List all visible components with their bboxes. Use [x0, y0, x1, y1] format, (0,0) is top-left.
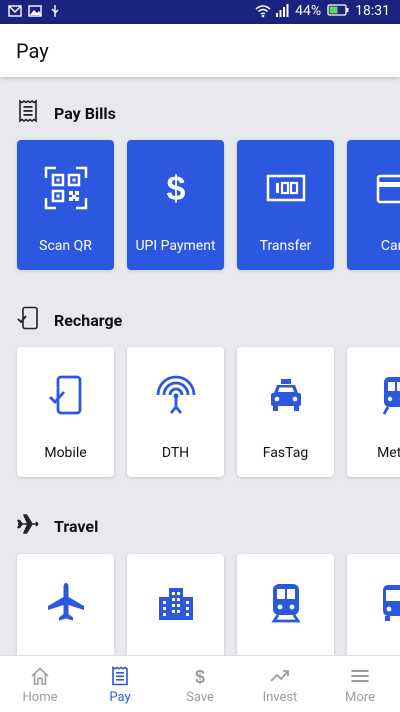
home-icon: [30, 666, 50, 686]
page-title: Pay: [16, 39, 49, 63]
image-icon: [28, 4, 42, 18]
airplane-icon: [16, 512, 40, 540]
card-label: UPI Payment: [127, 238, 224, 254]
battery-percent: 44%: [295, 3, 321, 19]
svg-text:$: $: [195, 667, 205, 686]
nav-label: Pay: [80, 690, 160, 705]
nav-save[interactable]: $ Save: [160, 656, 240, 712]
receipt-icon: [110, 666, 130, 686]
card-label: Scan QR: [17, 238, 114, 254]
building-icon: [127, 580, 224, 624]
svg-text:$: $: [166, 170, 185, 208]
cash-icon: [237, 166, 334, 210]
transfer-card[interactable]: Transfer: [237, 140, 334, 270]
card-label: FasTag: [237, 445, 334, 461]
nav-more[interactable]: More: [320, 656, 400, 712]
bottom-navigation: Home Pay $ Save Invest More: [0, 655, 400, 712]
battery-icon: [327, 4, 349, 18]
bus-card[interactable]: [347, 554, 400, 655]
phone-check-icon: [17, 373, 114, 417]
flights-card[interactable]: [17, 554, 114, 655]
dth-card[interactable]: DTH: [127, 347, 224, 477]
qr-code-icon: [17, 166, 114, 210]
train-icon: [237, 580, 334, 624]
credit-card-icon: [347, 166, 400, 210]
nav-label: More: [320, 690, 400, 705]
bus-icon: [347, 580, 400, 624]
metro-card[interactable]: Metro: [347, 347, 400, 477]
receipt-icon: [16, 99, 40, 127]
hotels-card[interactable]: [127, 554, 224, 655]
nav-pay[interactable]: Pay: [80, 656, 160, 712]
menu-icon: [350, 666, 370, 686]
nav-label: Save: [160, 690, 240, 705]
nav-label: Home: [0, 690, 80, 705]
nav-home[interactable]: Home: [0, 656, 80, 712]
signal-icon: [275, 4, 289, 18]
wifi-icon: [255, 4, 269, 18]
section-header-recharge: Recharge: [16, 306, 122, 334]
section-title: Pay Bills: [54, 104, 116, 123]
mobile-card[interactable]: Mobile: [17, 347, 114, 477]
trending-up-icon: [270, 666, 290, 686]
nav-invest[interactable]: Invest: [240, 656, 320, 712]
mail-icon: [8, 4, 22, 18]
app-bar: Pay: [0, 24, 400, 77]
card-label: Transfer: [237, 238, 334, 254]
section-header-travel: Travel: [16, 512, 98, 540]
upi-payment-card[interactable]: $ UPI Payment: [127, 140, 224, 270]
taxi-icon: [237, 373, 334, 417]
train-icon: [347, 373, 400, 417]
dollar-icon: $: [190, 666, 210, 686]
card-label: Card: [347, 238, 400, 254]
trains-card[interactable]: [237, 554, 334, 655]
section-title: Travel: [54, 517, 98, 536]
fastag-card[interactable]: FasTag: [237, 347, 334, 477]
scan-qr-card[interactable]: Scan QR: [17, 140, 114, 270]
clock: 18:31: [355, 3, 390, 19]
card-payment-card[interactable]: Card: [347, 140, 400, 270]
section-title: Recharge: [54, 311, 122, 330]
section-header-pay-bills: Pay Bills: [16, 99, 116, 127]
card-label: DTH: [127, 445, 224, 461]
card-label: Metro: [347, 445, 400, 461]
satellite-icon: [127, 373, 224, 417]
nav-label: Invest: [240, 690, 320, 705]
phone-check-icon: [16, 306, 40, 334]
main-content[interactable]: Pay Bills Scan QR $ UPI Payment Transfer…: [0, 77, 400, 655]
status-bar: 44% 18:31: [0, 0, 400, 24]
airplane-icon: [17, 580, 114, 624]
card-label: Mobile: [17, 445, 114, 461]
dollar-icon: $: [127, 166, 224, 210]
usb-icon: [48, 4, 62, 18]
